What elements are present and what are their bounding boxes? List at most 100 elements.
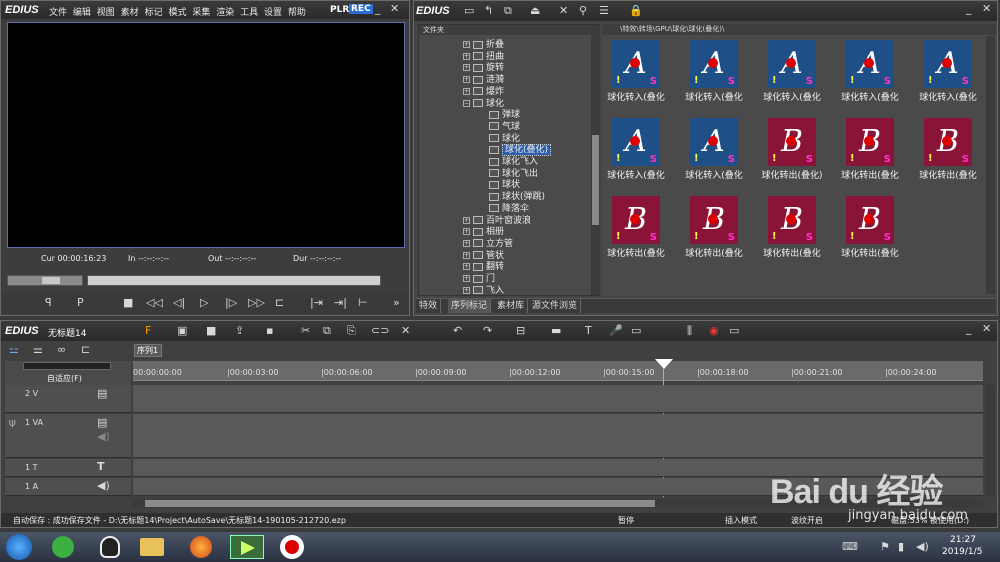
- tree-item[interactable]: 球化: [489, 131, 520, 144]
- tree-item[interactable]: + 门: [463, 271, 495, 284]
- add-clip-icon[interactable]: ⧉: [504, 4, 512, 18]
- up-folder-icon[interactable]: ↰: [484, 4, 493, 18]
- fit-mode[interactable]: 自适应(F): [47, 373, 82, 384]
- insert-to-timeline-icon[interactable]: |⇥: [310, 296, 323, 310]
- menu-help[interactable]: 帮助: [288, 8, 306, 18]
- clock-date[interactable]: 2019/1/5: [942, 547, 982, 557]
- tree-scroll-thumb[interactable]: [592, 135, 599, 225]
- track-2v[interactable]: [133, 385, 983, 413]
- tree-item[interactable]: + 爆炸: [463, 84, 504, 97]
- tab-sequence-markers[interactable]: 序列标记: [448, 299, 492, 313]
- collapse-icon[interactable]: −: [463, 99, 470, 107]
- scrubber-handle[interactable]: [42, 277, 60, 284]
- effect-thumbnail[interactable]: A!S: [690, 118, 738, 166]
- time-ruler[interactable]: 00:00:00:00 |00:00:03:00 |00:00:06:00 |00:0…: [133, 361, 983, 381]
- tree-item[interactable]: + 翻转: [463, 259, 504, 272]
- tray-network-icon[interactable]: ▮: [898, 540, 904, 554]
- search-icon[interactable]: ⚲: [579, 4, 587, 18]
- expand-icon[interactable]: +: [463, 251, 470, 259]
- tree-item[interactable]: + 飞入: [463, 283, 504, 296]
- effect-thumbnail[interactable]: B!S: [846, 118, 894, 166]
- rewind-icon[interactable]: ◁◁: [146, 296, 163, 310]
- tree-item[interactable]: 球状(弹跳): [489, 189, 545, 202]
- timeline-minimize-icon[interactable]: _: [966, 322, 972, 336]
- set-out-icon[interactable]: P: [77, 296, 84, 310]
- menu-capture[interactable]: 采集: [192, 8, 210, 18]
- app-360-icon[interactable]: [52, 536, 74, 558]
- tab-asset-library[interactable]: 素材库: [494, 299, 529, 313]
- delete-icon[interactable]: ✕: [559, 4, 568, 18]
- folder-icon[interactable]: ▭: [464, 4, 474, 18]
- tray-keyboard-icon[interactable]: ⌨: [842, 540, 858, 554]
- sync-icon[interactable]: ⊏: [81, 343, 90, 357]
- tree-item[interactable]: + 折叠: [463, 37, 504, 50]
- tree-item[interactable]: − 球化: [463, 96, 504, 109]
- undo-icon[interactable]: ↶: [453, 324, 462, 338]
- set-in-icon[interactable]: ꟼ: [45, 296, 52, 310]
- tree-item[interactable]: + 涟漪: [463, 72, 504, 85]
- track-1va[interactable]: [133, 414, 983, 458]
- tree-item[interactable]: 气球: [489, 119, 520, 132]
- import-icon[interactable]: ⏏: [530, 4, 540, 18]
- speaker-icon[interactable]: ◀): [97, 430, 110, 444]
- tray-volume-icon[interactable]: ◀): [916, 540, 929, 554]
- menu-marker[interactable]: 标记: [145, 8, 163, 18]
- tree-item[interactable]: + 百叶窗波浪: [463, 213, 531, 226]
- effect-thumbnail[interactable]: B!S: [846, 196, 894, 244]
- effect-thumbnail[interactable]: A!S: [612, 118, 660, 166]
- effect-thumbnail[interactable]: B!S: [690, 196, 738, 244]
- overwrite-to-timeline-icon[interactable]: ⇥|: [334, 296, 347, 310]
- title-icon[interactable]: T: [585, 324, 592, 338]
- list-view-icon[interactable]: ☰: [599, 4, 609, 18]
- cut-icon[interactable]: ✂: [301, 324, 310, 338]
- audio-speaker-icon[interactable]: ◀): [97, 479, 110, 493]
- tree-item-selected[interactable]: 球化(叠化): [489, 142, 552, 157]
- add-marker-icon[interactable]: ⊟: [516, 324, 525, 338]
- play-icon[interactable]: ▷: [200, 296, 208, 310]
- hscroll-thumb[interactable]: [145, 500, 655, 507]
- render-icon[interactable]: ▭: [631, 324, 641, 338]
- expand-icon[interactable]: +: [463, 216, 470, 224]
- app-edius-icon[interactable]: [230, 535, 264, 559]
- effect-thumbnail[interactable]: A!S: [846, 40, 894, 88]
- tab-source-browser[interactable]: 源文件浏览: [529, 299, 582, 313]
- track-header-1a[interactable]: 1 A ◀): [5, 478, 131, 496]
- tree-item[interactable]: 球化飞出: [489, 166, 538, 179]
- color-icon[interactable]: ◉: [709, 324, 719, 338]
- player-seekbar[interactable]: [87, 275, 381, 286]
- snap-icon[interactable]: ▬: [551, 324, 561, 338]
- effect-thumbnail[interactable]: B!S: [612, 196, 660, 244]
- copy-icon[interactable]: ⧉: [323, 324, 331, 338]
- close-icon[interactable]: ✕: [390, 2, 399, 16]
- tree-item[interactable]: 球化飞入: [489, 154, 538, 167]
- plr-toggle[interactable]: PLR: [330, 5, 349, 15]
- visibility-icon[interactable]: ⍦: [9, 416, 16, 430]
- expand-icon[interactable]: +: [463, 87, 470, 95]
- tree-item[interactable]: + 管状: [463, 248, 504, 261]
- effect-thumbnail[interactable]: A!S: [768, 40, 816, 88]
- effect-thumbnail[interactable]: B!S: [924, 118, 972, 166]
- bin-minimize-icon[interactable]: _: [966, 2, 972, 16]
- expand-icon[interactable]: +: [463, 41, 470, 48]
- expand-icon[interactable]: +: [463, 52, 470, 60]
- menu-file[interactable]: 文件: [49, 8, 67, 18]
- effect-thumbnail[interactable]: B!S: [768, 118, 816, 166]
- expand-icon[interactable]: +: [463, 286, 470, 294]
- microphone-icon[interactable]: 🎤: [609, 324, 623, 338]
- replace-icon[interactable]: ⊂⊃: [371, 324, 389, 338]
- tree-item[interactable]: 球状: [489, 177, 520, 190]
- track-header-1t[interactable]: 1 T T: [5, 459, 131, 477]
- effect-thumbnail[interactable]: A!S: [612, 40, 660, 88]
- bin-close-icon[interactable]: ✕: [982, 2, 991, 16]
- track-header-2v[interactable]: 2 V ▤: [5, 385, 131, 413]
- track-lock-icon[interactable]: ▤: [97, 416, 107, 430]
- save-project-icon[interactable]: ▪: [266, 324, 273, 338]
- paste-icon[interactable]: ⎘: [347, 324, 356, 338]
- menu-render[interactable]: 渲染: [216, 8, 234, 18]
- menu-edit[interactable]: 编辑: [73, 8, 91, 18]
- more-icon[interactable]: »: [393, 296, 400, 310]
- expand-icon[interactable]: +: [463, 263, 470, 271]
- expand-icon[interactable]: +: [463, 239, 470, 247]
- export-icon[interactable]: ⇪: [235, 324, 244, 338]
- start-button[interactable]: [6, 534, 32, 560]
